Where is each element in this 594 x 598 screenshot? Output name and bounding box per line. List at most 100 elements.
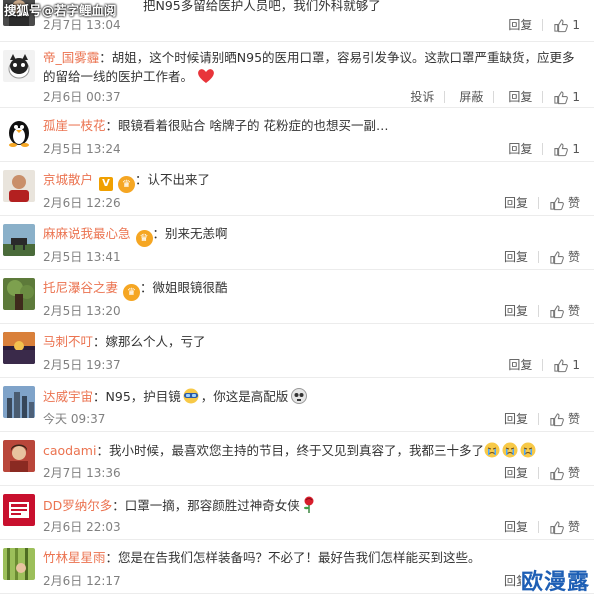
like-button[interactable]: 赞 bbox=[549, 248, 580, 266]
username[interactable]: 孤崖一枝花 bbox=[43, 118, 106, 133]
comment-time: 今天 09:37 bbox=[43, 412, 106, 426]
divider bbox=[537, 521, 539, 533]
comment-meta: 2月5日 13:41 回复 赞 bbox=[43, 248, 584, 266]
thumbs-up-icon bbox=[554, 18, 569, 32]
comment-text-line: 马刺不叮：嫁那么个人，亏了 bbox=[43, 334, 206, 349]
comment-actions: 回复 1 bbox=[494, 140, 580, 158]
comment-meta: 2月5日 19:37 回复 1 bbox=[43, 356, 584, 374]
reply-button[interactable]: 回复 bbox=[508, 140, 532, 158]
reply-button[interactable]: 回复 bbox=[508, 356, 532, 374]
comment-item: DD罗纳尔多：口罩一摘，那容颜胜过神奇女侠 2月6日 22:03 回复 赞 bbox=[0, 486, 594, 540]
comment-text-line: 孤崖一枝花：眼镜看着很贴合 啥牌子的 花粉症的也想买一副… bbox=[43, 118, 389, 133]
comment-body: 微姐眼镜很酷 bbox=[152, 280, 228, 295]
comment-actions: 回复 赞 bbox=[490, 464, 580, 482]
like-label: 赞 bbox=[567, 196, 580, 210]
block-button[interactable]: 屏蔽 bbox=[459, 88, 483, 106]
reply-button[interactable]: 回复 bbox=[504, 248, 528, 266]
avatar[interactable] bbox=[3, 548, 35, 580]
comment-body: 口罩一摘，那容颜胜过神奇女侠 bbox=[124, 498, 300, 513]
comment-body: 眼镜看着很贴合 啥牌子的 花粉症的也想买一副… bbox=[118, 118, 389, 133]
comment-meta: 2月5日 13:24 回复 1 bbox=[43, 140, 584, 158]
comment-text-line: 托尼瀑谷之妻 ♛ ：微姐眼镜很酷 bbox=[43, 280, 584, 301]
avatar[interactable] bbox=[3, 332, 35, 364]
comment-body: 胡姐，这个时候请别晒N95的医用口罩，容易引发争议。这款口罩严重缺货，应更多 bbox=[111, 50, 575, 65]
comment-text-line-2: 的留给一线的医护工作者。 bbox=[43, 68, 584, 88]
comment-actions: 回复 赞 bbox=[490, 410, 580, 428]
like-button[interactable]: 赞 bbox=[549, 410, 580, 428]
crown-badge-icon: ♛ bbox=[123, 284, 140, 301]
username[interactable]: caodami bbox=[43, 443, 96, 458]
comment-body: 把N95多留给医护人员吧，我们外科就够了 bbox=[143, 0, 381, 13]
comment-body: 我小时候，最喜欢您主持的节目，终于又见到真容了，我都三十多了 bbox=[108, 443, 484, 458]
reply-button[interactable]: 回复 bbox=[504, 302, 528, 320]
comment-item: 麻麻说我最心急 ♛ ：别来无恙啊 2月5日 13:41 回复 赞 bbox=[0, 216, 594, 270]
username[interactable]: 马刺不叮 bbox=[43, 334, 93, 349]
reply-button[interactable]: 回复 bbox=[504, 194, 528, 212]
thumbs-up-icon bbox=[550, 412, 564, 426]
comment-meta: 今天 09:37 回复 赞 bbox=[43, 410, 584, 428]
thumbs-up-icon bbox=[550, 466, 564, 480]
thumbs-up-icon bbox=[550, 250, 564, 264]
username[interactable]: DD罗纳尔多 bbox=[43, 498, 112, 513]
comment-meta: 2月5日 13:20 回复 赞 bbox=[43, 302, 584, 320]
goggles-emoji-icon bbox=[182, 388, 200, 408]
divider bbox=[537, 197, 539, 209]
comment-actions: 回复 1 bbox=[494, 16, 580, 34]
reply-button[interactable]: 回复 bbox=[508, 88, 532, 106]
divider bbox=[444, 91, 446, 103]
like-button[interactable]: 1 bbox=[553, 140, 580, 158]
reply-button[interactable]: 回复 bbox=[508, 16, 532, 34]
watermark-top: 搜狐号@若字鲤血阅 bbox=[4, 3, 117, 18]
reply-button[interactable]: 回复 bbox=[504, 464, 528, 482]
divider bbox=[542, 143, 544, 155]
rose-emoji-icon bbox=[302, 496, 316, 517]
avatar[interactable] bbox=[3, 50, 35, 82]
comment-meta: 2月7日 13:36 回复 赞 bbox=[43, 464, 584, 482]
thumbs-up-icon bbox=[554, 358, 569, 372]
comment-actions: 回复 赞 bbox=[490, 518, 580, 536]
like-button[interactable]: 1 bbox=[553, 356, 580, 374]
comment-time: 2月6日 12:26 bbox=[43, 196, 121, 210]
like-label: 赞 bbox=[567, 466, 580, 480]
like-button[interactable]: 赞 bbox=[549, 302, 580, 320]
reply-button[interactable]: 回复 bbox=[504, 518, 528, 536]
like-button[interactable]: 赞 bbox=[549, 194, 580, 212]
report-button[interactable]: 投诉 bbox=[410, 88, 434, 106]
like-label: 赞 bbox=[567, 520, 580, 534]
like-button[interactable]: 赞 bbox=[549, 518, 580, 536]
like-label: 赞 bbox=[567, 304, 580, 318]
username[interactable]: 托尼瀑谷之妻 bbox=[43, 280, 118, 295]
avatar[interactable] bbox=[3, 386, 35, 418]
like-button[interactable]: 1 bbox=[553, 16, 580, 34]
comment-text-line: 帝_国雾霾：胡姐，这个时候请别晒N95的医用口罩，容易引发争议。这款口罩严重缺货… bbox=[43, 50, 575, 65]
comment-meta: 2月6日 22:03 回复 赞 bbox=[43, 518, 584, 536]
comment-time: 2月5日 13:24 bbox=[43, 142, 121, 156]
username[interactable]: 达威宇宙 bbox=[43, 389, 93, 404]
watermark-bottom: 欧漫露 bbox=[520, 570, 590, 595]
comment-text-line: 麻麻说我最心急 ♛ ：别来无恙啊 bbox=[43, 226, 584, 247]
like-count: 1 bbox=[572, 142, 580, 156]
avatar[interactable] bbox=[3, 116, 35, 148]
avatar[interactable] bbox=[3, 440, 35, 472]
avatar[interactable] bbox=[3, 494, 35, 526]
like-button[interactable]: 1 bbox=[553, 88, 580, 106]
comment-text-line: 把N95多留给医护人员吧，我们外科就够了 bbox=[43, 0, 584, 14]
like-button[interactable]: 赞 bbox=[549, 464, 580, 482]
comment-time: 2月6日 00:37 bbox=[43, 90, 121, 104]
comment-item: 帝_国雾霾：胡姐，这个时候请别晒N95的医用口罩，容易引发争议。这款口罩严重缺货… bbox=[0, 42, 594, 108]
username[interactable]: 麻麻说我最心急 bbox=[43, 226, 131, 241]
username[interactable]: 京城散户 bbox=[43, 172, 93, 187]
avatar[interactable] bbox=[3, 224, 35, 256]
avatar[interactable] bbox=[3, 278, 35, 310]
comment-text-line: 京城散户 V ♛ ：认不出来了 bbox=[43, 172, 584, 193]
avatar[interactable] bbox=[3, 170, 35, 202]
comment-actions: 回复 赞 bbox=[490, 302, 580, 320]
thumbs-up-icon bbox=[554, 142, 569, 156]
comment-time: 2月5日 13:20 bbox=[43, 304, 121, 318]
username[interactable]: 竹林星星雨 bbox=[43, 550, 106, 565]
username[interactable]: 帝_国雾霾 bbox=[43, 50, 99, 65]
reply-button[interactable]: 回复 bbox=[504, 410, 528, 428]
comment-text-line: caodami：我小时候，最喜欢您主持的节目，终于又见到真容了，我都三十多了 bbox=[43, 442, 584, 462]
thumbs-up-icon bbox=[554, 90, 569, 104]
comment-item: 京城散户 V ♛ ：认不出来了 2月6日 12:26 回复 赞 bbox=[0, 162, 594, 216]
